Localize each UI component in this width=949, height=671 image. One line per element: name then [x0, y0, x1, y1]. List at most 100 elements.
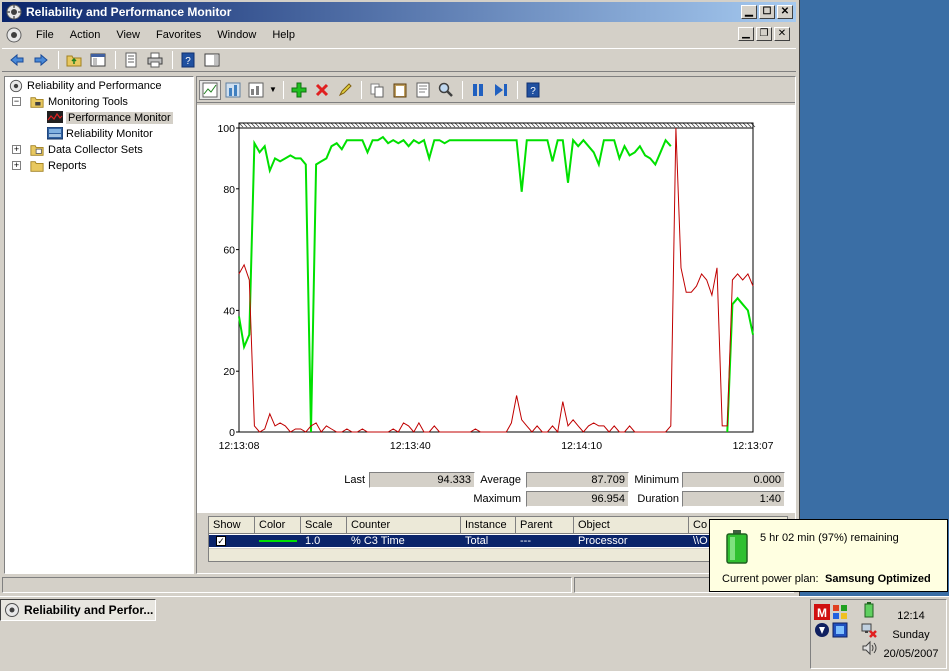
menu-favorites[interactable]: Favorites	[148, 29, 209, 41]
change-graph-type-button[interactable]	[245, 80, 267, 100]
hatch-line	[638, 122, 644, 128]
toolbar-separator	[172, 51, 173, 69]
column-header-instance[interactable]: Instance	[461, 517, 516, 534]
properties-button[interactable]	[412, 80, 434, 100]
mdi-close-button[interactable]: ✕	[774, 27, 790, 41]
clipboard-icon	[393, 83, 407, 97]
close-icon: ✕	[777, 28, 787, 39]
graph-type-dropdown[interactable]: ▼	[268, 80, 278, 100]
clock-time[interactable]: 12:14	[879, 610, 943, 622]
hatch-line	[574, 122, 580, 128]
hatch-line	[534, 122, 540, 128]
export-list-button[interactable]	[120, 50, 142, 70]
close-icon: ✕	[780, 6, 790, 17]
menu-window[interactable]: Window	[209, 29, 264, 41]
hatch-line	[306, 122, 312, 128]
minimize-button[interactable]: ▁	[741, 5, 757, 19]
hatch-line	[714, 122, 720, 128]
mdi-restore-button[interactable]: ❐	[756, 27, 772, 41]
column-header-show[interactable]: Show	[209, 517, 255, 534]
expand-toggle[interactable]: +	[12, 145, 21, 154]
menu-view[interactable]: View	[108, 29, 148, 41]
toolbar-separator	[58, 51, 59, 69]
column-header-color[interactable]: Color	[255, 517, 301, 534]
hatch-line	[438, 122, 444, 128]
hatch-line	[382, 122, 388, 128]
graph-help-button[interactable]: ?	[522, 80, 544, 100]
help-button[interactable]: ?	[177, 50, 199, 70]
average-label: Average	[480, 474, 521, 486]
menu-action[interactable]: Action	[62, 29, 109, 41]
tree-item-reliability-monitor[interactable]: Reliability Monitor	[47, 126, 153, 142]
hatch-line	[486, 122, 492, 128]
tree-item-reports[interactable]: Reports	[29, 158, 87, 174]
hatch-line	[366, 122, 372, 128]
horizontal-scrollbar[interactable]	[209, 548, 787, 561]
highlight-button[interactable]	[334, 80, 356, 100]
speaker-volume-icon[interactable]	[861, 640, 877, 656]
copy-properties-button[interactable]	[366, 80, 388, 100]
hatch-line	[662, 122, 668, 128]
dropdown-arrow-icon: ▼	[269, 85, 277, 94]
hatch-line	[298, 122, 304, 128]
network-disconnected-icon[interactable]	[861, 622, 877, 638]
show-hide-action-pane-button[interactable]	[201, 50, 223, 70]
view-histogram-button[interactable]	[222, 80, 244, 100]
title-bar[interactable]: Reliability and Performance Monitor ▁ ☐ …	[2, 2, 796, 22]
hatch-line	[322, 122, 328, 128]
counter-row[interactable]: ✓ 1.0 % C3 Time Total --- Processor \\O	[209, 535, 787, 547]
show-hide-tree-button[interactable]	[87, 50, 109, 70]
mdi-minimize-button[interactable]: ▁	[738, 27, 754, 41]
taskbar-button-perfmon[interactable]: Reliability and Perfor...	[0, 599, 156, 621]
back-button[interactable]	[6, 50, 28, 70]
mcafee-icon[interactable]: M	[814, 604, 830, 620]
update-data-button[interactable]	[490, 80, 512, 100]
menu-file[interactable]: File	[28, 29, 62, 41]
show-checkbox[interactable]: ✓	[216, 536, 226, 546]
help-book-icon: ?	[181, 52, 195, 68]
maximize-button[interactable]: ☐	[759, 5, 775, 19]
taskbar: Reliability and Perfor... M 12:14 Sunday…	[0, 596, 949, 671]
shield-icon[interactable]	[814, 622, 830, 638]
column-header-counter[interactable]: Counter	[347, 517, 461, 534]
paste-counter-list-button[interactable]	[389, 80, 411, 100]
power-plan-value[interactable]: Samsung Optimized	[825, 573, 931, 585]
up-one-level-button[interactable]	[63, 50, 85, 70]
mmc-system-icon[interactable]	[6, 27, 22, 43]
column-header-object[interactable]: Object	[574, 517, 689, 534]
action-pane-icon	[204, 53, 220, 67]
print-button[interactable]	[144, 50, 166, 70]
power-plan-label: Current power plan:	[722, 573, 819, 585]
toolbar-separator	[115, 51, 116, 69]
tree-item-performance-monitor[interactable]: Performance Monitor	[47, 110, 173, 126]
hatch-line	[646, 122, 652, 128]
column-header-parent[interactable]: Parent	[516, 517, 574, 534]
battery-tray-icon[interactable]	[861, 602, 877, 618]
performance-graph[interactable]: 100 80 60 40 20 012:13:08 12:13:40 12:14:10 12:1…	[197, 105, 795, 513]
duration-value: 1:40	[682, 491, 785, 507]
tree-item-data-collector-sets[interactable]: Data Collector Sets	[29, 142, 143, 158]
column-header-scale[interactable]: Scale	[301, 517, 347, 534]
battery-status-popup[interactable]: 5 hr 02 min (97%) remaining Current powe…	[709, 519, 948, 592]
close-button[interactable]: ✕	[777, 5, 793, 19]
add-counter-button[interactable]	[288, 80, 310, 100]
expand-toggle[interactable]: +	[12, 161, 21, 170]
svg-text:?: ?	[185, 56, 191, 67]
display-settings-icon[interactable]	[832, 622, 848, 638]
forward-button[interactable]	[30, 50, 52, 70]
windows-flag-icon[interactable]	[832, 604, 848, 620]
freeze-display-button[interactable]	[467, 80, 489, 100]
tree-item-monitoring-tools[interactable]: Monitoring Tools	[29, 94, 128, 110]
toolbar-separator	[462, 80, 463, 99]
zoom-button[interactable]	[435, 80, 457, 100]
hatch-line	[466, 122, 472, 128]
delete-counter-button[interactable]	[311, 80, 333, 100]
hatch-line	[314, 122, 320, 128]
view-graph-button[interactable]	[199, 79, 221, 100]
hatch-line	[334, 122, 340, 128]
tree-item-reliability-and-performance[interactable]: Reliability and Performance	[8, 78, 162, 94]
desktop-background	[800, 0, 949, 596]
menu-help[interactable]: Help	[264, 29, 303, 41]
hatch-line	[374, 122, 380, 128]
collapse-toggle[interactable]: −	[12, 97, 21, 106]
